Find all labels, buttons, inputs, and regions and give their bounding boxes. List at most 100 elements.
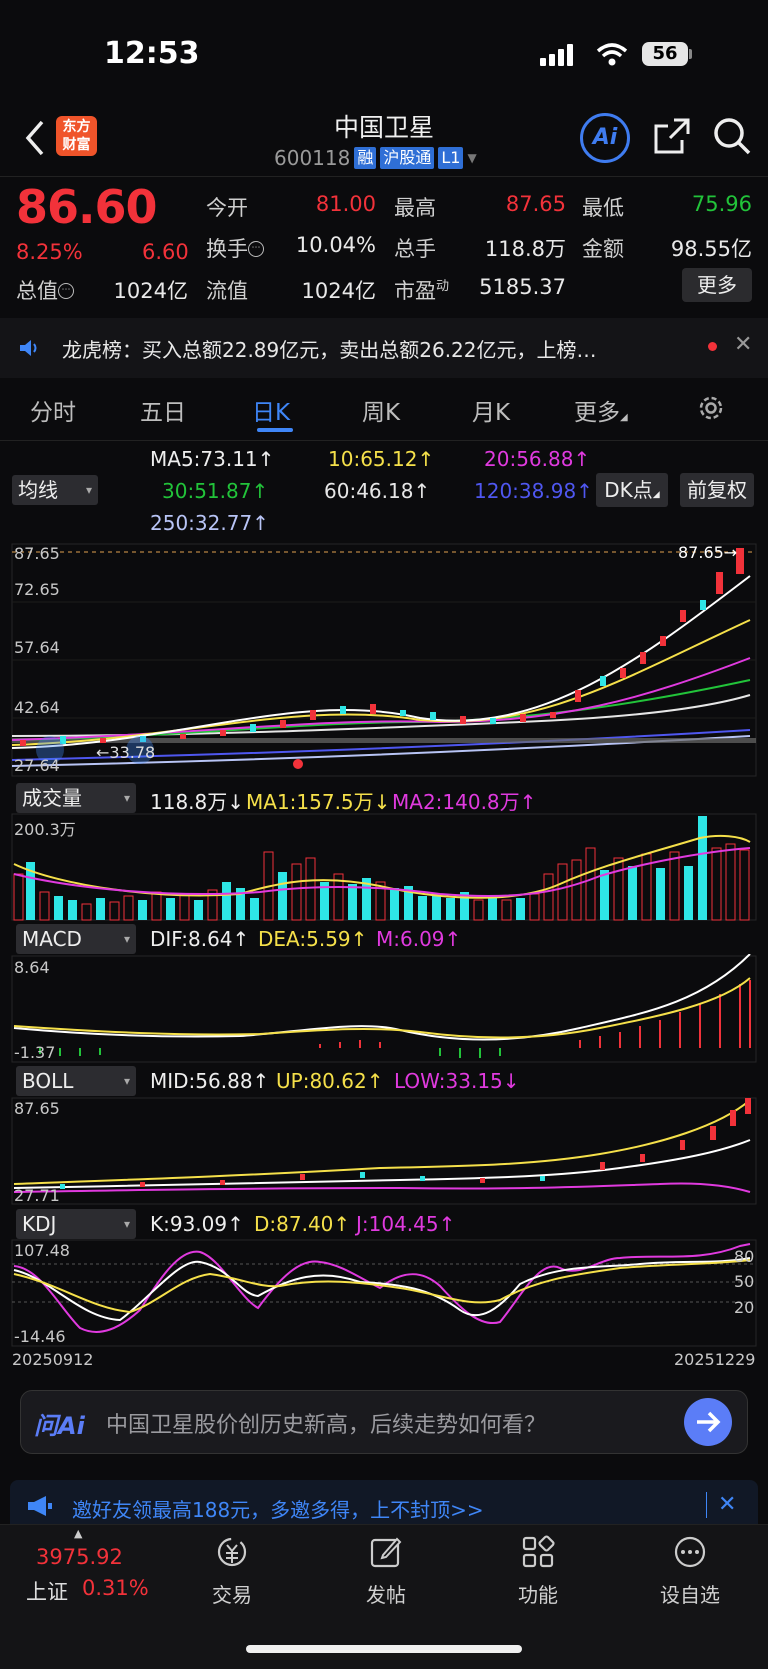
ma120-value: 120:38.98↑ bbox=[474, 479, 593, 503]
high-marker-label: 87.65→ bbox=[678, 543, 738, 562]
amount-value: 98.55亿 bbox=[670, 237, 752, 261]
current-price: 86.60 bbox=[16, 180, 158, 234]
corner-triangle-icon: ◢ bbox=[652, 490, 660, 500]
dk-point-marker bbox=[293, 759, 303, 769]
header-divider bbox=[0, 176, 768, 177]
pe-value: 5185.37 bbox=[479, 275, 566, 299]
macd-selector-dropdown[interactable]: MACD bbox=[16, 924, 136, 954]
pe-superscript: 动 bbox=[436, 279, 450, 294]
tab-daily-k[interactable]: 日K bbox=[252, 393, 290, 427]
ma30-value: 30:51.87↑ bbox=[162, 479, 269, 503]
volume-ma1: MA1:157.5万↓ bbox=[246, 790, 391, 814]
low-label: 最低 bbox=[582, 196, 624, 220]
more-button[interactable]: 更多 bbox=[682, 268, 752, 302]
volume-ma2: MA2:140.8万↑ bbox=[392, 790, 537, 814]
tab-five-day[interactable]: 五日 bbox=[140, 393, 186, 427]
index-name[interactable]: 上证 bbox=[26, 1576, 68, 1606]
info-icon: ⋯ bbox=[248, 241, 264, 257]
macd-bottom-label: -1.37 bbox=[14, 1043, 56, 1062]
info-icon: ⋯ bbox=[58, 283, 74, 299]
search-icon[interactable] bbox=[712, 116, 752, 156]
volume-value-legend: 118.8万↓ bbox=[150, 790, 245, 814]
promo-text[interactable]: 邀好友领最高188元，多邀多得，上不封顶>> bbox=[72, 1494, 484, 1523]
home-indicator bbox=[246, 1645, 522, 1653]
chevron-down-icon: ▼ bbox=[467, 151, 477, 165]
turnover-label[interactable]: 换手 ⋯ bbox=[206, 233, 264, 263]
macd-dif: DIF:8.64↑ bbox=[150, 927, 250, 951]
volume-bars bbox=[13, 816, 750, 921]
x-axis-start-date: 20250912 bbox=[12, 1350, 94, 1369]
volume-value: 118.8万 bbox=[484, 237, 566, 261]
kdj-d: D:87.40↑ bbox=[254, 1212, 351, 1236]
ma10-value: 10:65.12↑ bbox=[328, 447, 435, 471]
open-label: 今开 bbox=[206, 196, 248, 220]
stock-code: 600118 bbox=[274, 146, 351, 170]
kdj-chart[interactable] bbox=[0, 1238, 768, 1348]
tab-more[interactable]: 更多◢ bbox=[574, 393, 628, 427]
ask-ai-question[interactable]: 中国卫星股价创历史新高，后续走势如何看？ bbox=[106, 1407, 546, 1439]
kdj-j: J:104.45↑ bbox=[356, 1212, 456, 1236]
boll-chart[interactable] bbox=[0, 1096, 768, 1206]
corner-triangle-icon: ◢ bbox=[620, 412, 628, 423]
ma-selector-dropdown[interactable]: 均线 bbox=[12, 475, 98, 505]
boll-mid: MID:56.88↑ bbox=[150, 1069, 270, 1093]
boll-low-line bbox=[13, 1182, 751, 1193]
macd-dea: DEA:5.59↑ bbox=[258, 927, 368, 951]
tab-weekly-k[interactable]: 周K bbox=[362, 393, 400, 427]
caret-up-icon: ▲ bbox=[74, 1527, 83, 1540]
tag-level: L1 bbox=[438, 147, 464, 169]
change-amount: 6.60 bbox=[142, 240, 189, 264]
kdj-selector-dropdown[interactable]: KDJ bbox=[16, 1209, 136, 1239]
megaphone-icon bbox=[28, 1496, 52, 1516]
share-icon[interactable] bbox=[652, 116, 692, 156]
dk-point-label: DK点 bbox=[604, 478, 653, 502]
nav-functions[interactable]: 功能 bbox=[488, 1535, 588, 1608]
tabs-divider bbox=[0, 440, 768, 441]
macd-chart[interactable] bbox=[0, 954, 768, 1064]
volume-chart[interactable] bbox=[0, 812, 768, 922]
pe-label-text: 市盈 bbox=[394, 279, 436, 303]
notice-text[interactable]: 龙虎榜：买入总额22.89亿元，卖出总额26.22亿元，上榜… bbox=[62, 334, 597, 363]
tab-monthly-k[interactable]: 月K bbox=[472, 393, 510, 427]
ma60-value: 60:46.18↑ bbox=[324, 479, 431, 503]
close-icon[interactable]: ✕ bbox=[718, 1492, 736, 1517]
pe-label: 市盈动 bbox=[394, 275, 449, 305]
kdj-k: K:93.09↑ bbox=[150, 1212, 244, 1236]
apps-grid-icon bbox=[522, 1535, 555, 1568]
wifi-icon bbox=[596, 43, 628, 66]
x-axis-end-date: 20251229 bbox=[674, 1350, 756, 1369]
adjust-button[interactable]: 前复权 bbox=[680, 473, 754, 507]
nav-post[interactable]: 发帖 bbox=[336, 1535, 436, 1608]
index-value[interactable]: 3975.92 bbox=[36, 1545, 123, 1569]
ma20-value: 20:56.88↑ bbox=[484, 447, 591, 471]
boll-bottom-label: 27.71 bbox=[14, 1186, 60, 1205]
tab-intraday[interactable]: 分时 bbox=[30, 393, 76, 427]
kdj-j-line bbox=[13, 1243, 751, 1333]
ma30-line bbox=[11, 679, 751, 741]
kline-y-label-2: 72.65 bbox=[14, 580, 60, 599]
close-icon[interactable]: ✕ bbox=[734, 332, 752, 357]
volume-selector-dropdown[interactable]: 成交量 bbox=[16, 783, 136, 813]
stock-code-row[interactable]: 600118 融 沪股通 L1 ▼ bbox=[274, 146, 477, 170]
nav-trade[interactable]: 交易 bbox=[182, 1535, 282, 1608]
gear-icon[interactable] bbox=[696, 393, 726, 423]
tag-margin: 融 bbox=[354, 147, 377, 169]
kdj-d-line bbox=[13, 1259, 751, 1314]
mktcap-label[interactable]: 总值 ⋯ bbox=[16, 275, 74, 305]
change-percent: 8.25% bbox=[16, 240, 83, 264]
nav-functions-label: 功能 bbox=[518, 1583, 558, 1607]
kdj-bottom-label: -14.46 bbox=[14, 1327, 66, 1346]
more-dots-icon bbox=[674, 1536, 706, 1568]
macd-m: M:6.09↑ bbox=[376, 927, 462, 951]
kline-y-label-5: 27.64 bbox=[14, 756, 60, 775]
dk-point-button[interactable]: DK点◢ bbox=[596, 473, 668, 507]
status-time: 12:53 bbox=[104, 36, 200, 71]
ai-assistant-button[interactable]: Ai bbox=[580, 113, 630, 163]
boll-selector-dropdown[interactable]: BOLL bbox=[16, 1066, 136, 1096]
arrow-right-icon[interactable] bbox=[684, 1398, 732, 1446]
index-percent[interactable]: 0.31% bbox=[82, 1576, 149, 1600]
nav-add-watchlist[interactable]: 设自选 bbox=[640, 1535, 740, 1608]
low-value: 75.96 bbox=[691, 192, 752, 216]
volume-top-label: 200.3万 bbox=[14, 820, 76, 839]
mktcap-value: 1024亿 bbox=[113, 279, 188, 303]
